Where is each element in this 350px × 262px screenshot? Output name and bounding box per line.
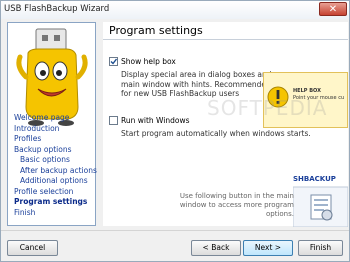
show-help-description: Display special area in dialog boxes and… (121, 70, 272, 98)
nav-item[interactable]: Additional options (20, 176, 88, 185)
page-title: Program settings (109, 24, 203, 37)
nav-item[interactable]: Introduction (14, 124, 59, 133)
nav-item[interactable]: Program settings (14, 197, 87, 206)
title-divider (103, 39, 348, 40)
run-with-windows-checkbox[interactable] (109, 116, 118, 125)
watermark: SOFTPEDIA (207, 96, 328, 120)
nav-item[interactable]: Backup options (14, 145, 72, 154)
close-icon: ✕ (328, 4, 338, 15)
bottom-divider (1, 230, 349, 231)
cancel-button[interactable]: Cancel (7, 240, 58, 256)
nav-item[interactable]: Finish (14, 208, 35, 217)
options-button-icon (293, 186, 348, 227)
finish-button[interactable]: Finish (298, 240, 343, 256)
checkmark-icon (110, 58, 117, 65)
show-help-label[interactable]: Show help box (121, 57, 176, 66)
title-bar: USB FlashBackup Wizard ✕ (1, 1, 349, 19)
window-title: USB FlashBackup Wizard (4, 4, 110, 14)
show-help-checkbox[interactable] (109, 57, 118, 66)
help-box-heading: HELP BOX (293, 88, 321, 94)
usb-mascot-icon (16, 28, 88, 126)
hint-brand: SHBACKUP (293, 175, 336, 183)
nav-item[interactable]: Basic options (20, 155, 70, 164)
wizard-steps-panel: Welcome page Introduction Profiles Backup o… (7, 22, 97, 226)
close-button[interactable]: ✕ (319, 2, 347, 16)
settings-page: Program settings Show help box Display s… (103, 22, 348, 227)
wizard-window: USB FlashBackup Wizard ✕ Welcome page Int… (0, 0, 350, 262)
hint-text: Use following button in the main window … (179, 192, 294, 218)
nav-item[interactable]: Welcome page (14, 113, 69, 122)
run-with-windows-label[interactable]: Run with Windows (121, 116, 190, 125)
nav-item[interactable]: After backup actions (20, 166, 97, 175)
next-button[interactable]: Next > (243, 240, 293, 256)
nav-item[interactable]: Profile selection (14, 187, 73, 196)
back-button[interactable]: < Back (191, 240, 241, 256)
nav-item[interactable]: Profiles (14, 134, 41, 143)
run-with-windows-description: Start program automatically when windows… (121, 129, 311, 138)
